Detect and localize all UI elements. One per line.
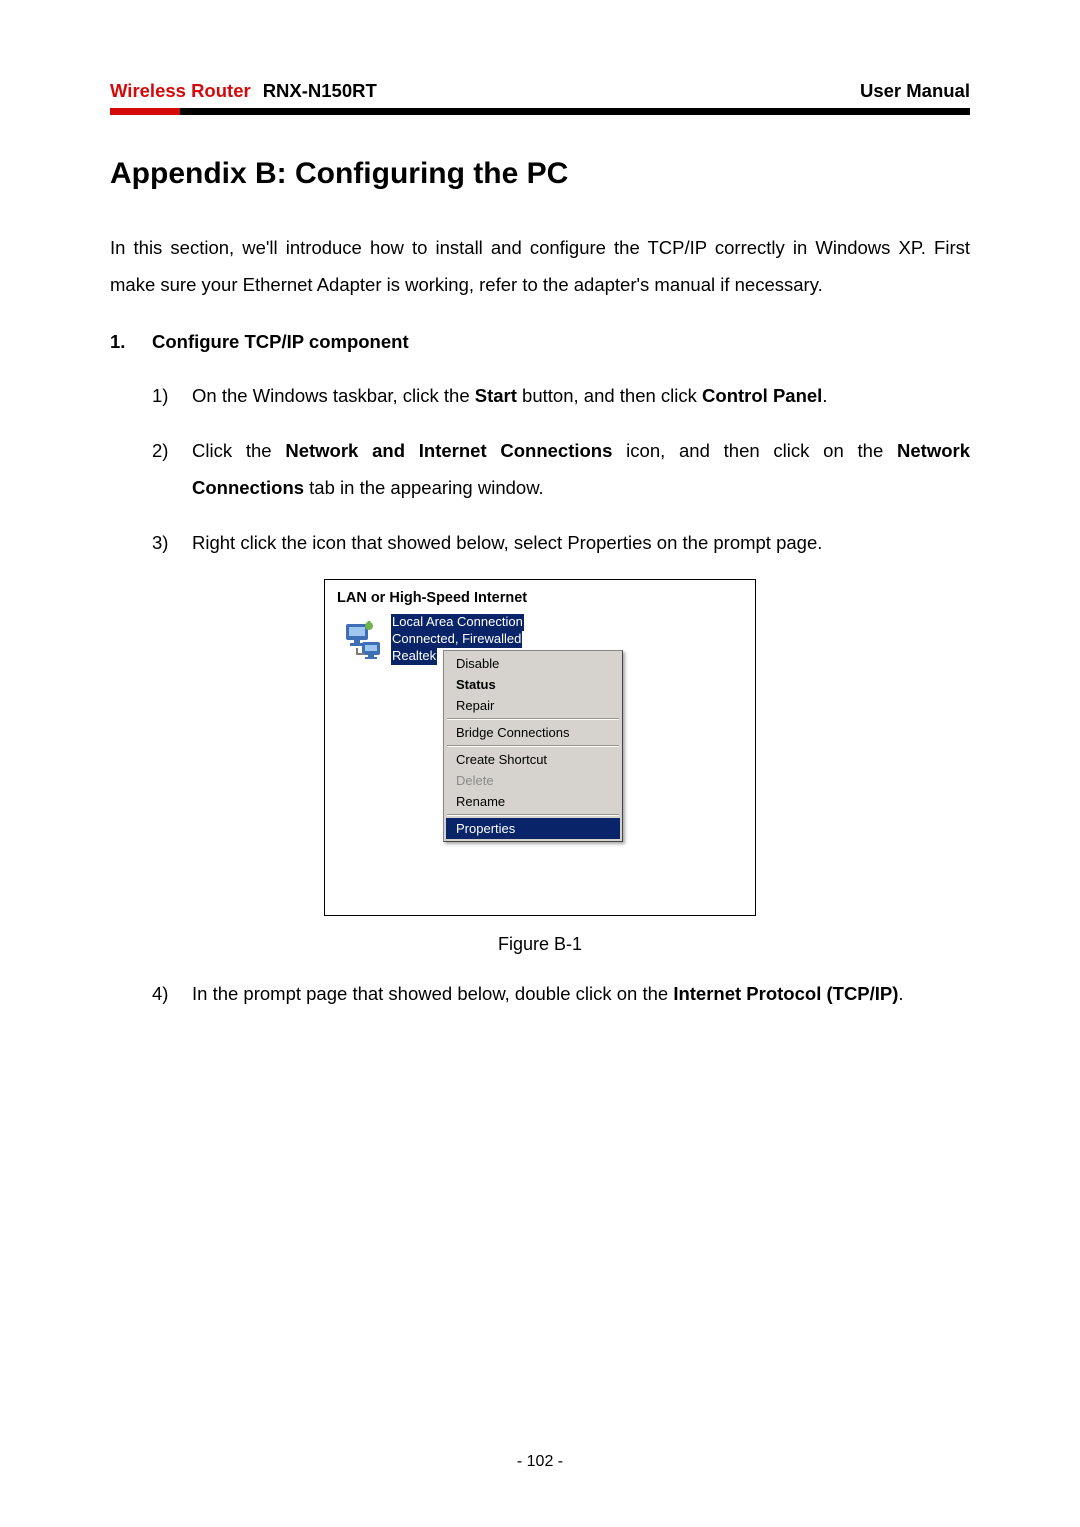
menu-item-bridge[interactable]: Bridge Connections [446,722,620,743]
figure-caption: Figure B-1 [498,934,582,955]
section-number: 1. [110,331,152,353]
intro-paragraph: In this section, we'll introduce how to … [110,229,970,303]
step-1: 1) On the Windows taskbar, click the Sta… [152,377,970,414]
menu-item-create-shortcut[interactable]: Create Shortcut [446,749,620,770]
step-2: 2) Click the Network and Internet Connec… [152,432,970,506]
connection-name: Local Area Connection [391,614,524,631]
page-number: - 102 - [0,1453,1080,1471]
figure-b1: LAN or High-Speed Internet Local Ar [110,579,970,955]
category-title: LAN or High-Speed Internet [325,590,755,614]
step-text: On the Windows taskbar, click the Start … [192,385,827,406]
network-connection-icon[interactable] [343,618,387,662]
header-underline [110,108,970,115]
connection-status: Connected, Firewalled [391,631,522,648]
section-title: Configure TCP/IP component [152,331,409,353]
product-model: RNX-N150RT [263,80,377,102]
step-3: 3) Right click the icon that showed belo… [152,524,970,561]
step-number: 4) [152,975,168,1012]
menu-item-delete: Delete [446,770,620,791]
menu-separator [447,814,619,816]
xp-window: LAN or High-Speed Internet Local Ar [324,579,756,916]
doc-type: User Manual [860,80,970,102]
product-label: Wireless Router [110,80,251,102]
section-heading: 1. Configure TCP/IP component [110,331,970,353]
menu-item-rename[interactable]: Rename [446,791,620,812]
menu-item-properties[interactable]: Properties [446,818,620,839]
step-4: 4) In the prompt page that showed below,… [152,975,970,1012]
menu-item-disable[interactable]: Disable [446,653,620,674]
menu-item-repair[interactable]: Repair [446,695,620,716]
step-text: Click the Network and Internet Connectio… [192,440,970,498]
menu-separator [447,718,619,720]
page-header: Wireless Router RNX-N150RT User Manual [110,80,970,108]
step-text: Right click the icon that showed below, … [192,532,822,553]
step-text: In the prompt page that showed below, do… [192,983,904,1004]
step-number: 2) [152,432,168,469]
menu-separator [447,745,619,747]
connection-adapter: Realtek [391,648,437,665]
menu-item-status[interactable]: Status [446,674,620,695]
page-title: Appendix B: Configuring the PC [110,157,970,191]
context-menu: Disable Status Repair Bridge Connections… [443,650,623,842]
step-number: 1) [152,377,168,414]
step-number: 3) [152,524,168,561]
